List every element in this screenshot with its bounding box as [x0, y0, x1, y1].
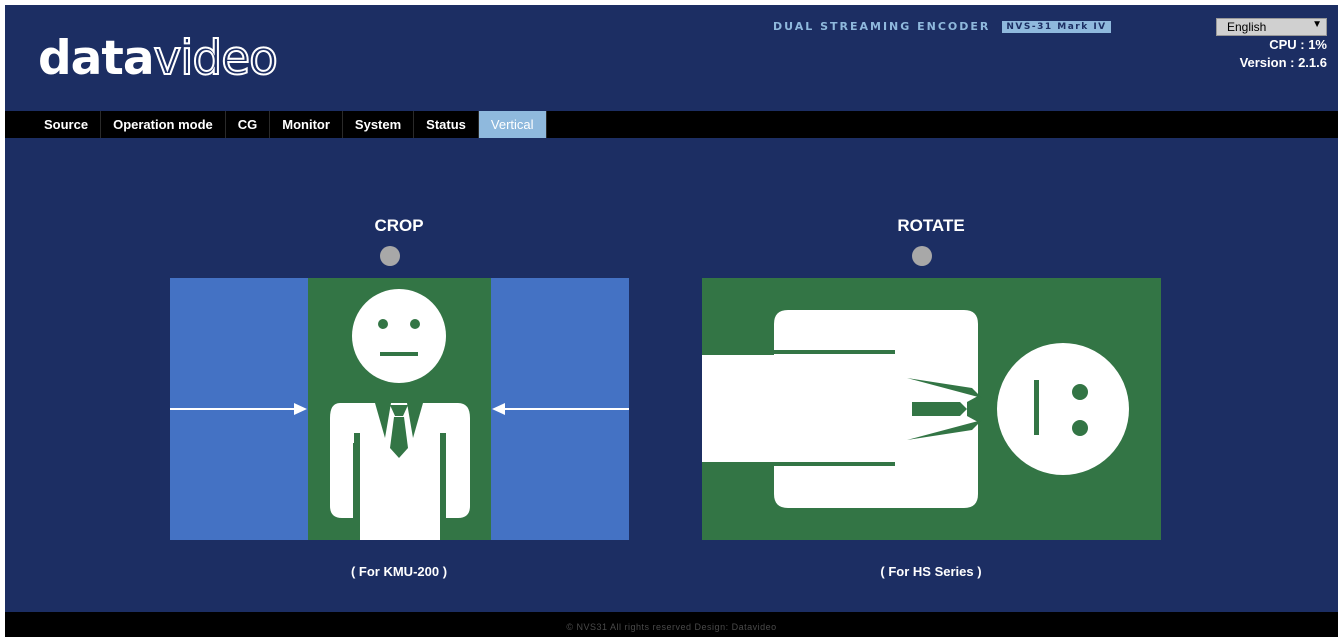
- tab-monitor[interactable]: Monitor: [270, 111, 343, 138]
- firmware-version: Version : 2.1.6: [1239, 55, 1327, 70]
- main-nav: Source Operation mode CG Monitor System …: [5, 111, 1338, 138]
- app-window: datavideo DUAL STREAMING ENCODER NVS-31 …: [5, 5, 1338, 637]
- language-value: English: [1227, 20, 1267, 34]
- datavideo-logo: datavideo: [38, 31, 279, 86]
- language-select[interactable]: English ▼: [1216, 18, 1327, 36]
- tab-operation-mode[interactable]: Operation mode: [101, 111, 226, 138]
- rotate-note: ( For HS Series ): [880, 564, 982, 579]
- product-model-badge: NVS-31 Mark IV: [1002, 20, 1111, 33]
- crop-note: ( For KMU-200 ): [350, 564, 448, 579]
- cpu-usage: CPU : 1%: [1269, 37, 1327, 52]
- tab-source[interactable]: Source: [32, 111, 102, 138]
- rotate-illustration[interactable]: [702, 278, 1161, 540]
- tab-cg[interactable]: CG: [226, 111, 271, 138]
- crop-illustration[interactable]: [170, 278, 629, 540]
- product-label: DUAL STREAMING ENCODER: [773, 20, 991, 33]
- chevron-down-icon: ▼: [1312, 19, 1322, 30]
- product-title: DUAL STREAMING ENCODER NVS-31 Mark IV: [773, 20, 1111, 33]
- tab-status[interactable]: Status: [414, 111, 479, 138]
- rotate-title: ROTATE: [897, 216, 965, 235]
- crop-title: CROP: [374, 216, 424, 235]
- crop-radio[interactable]: [380, 246, 400, 266]
- tab-system[interactable]: System: [343, 111, 415, 138]
- footer-copyright: © NVS31 All rights reserved Design: Data…: [5, 612, 1338, 637]
- rotate-radio[interactable]: [912, 246, 932, 266]
- tab-vertical[interactable]: Vertical: [478, 111, 547, 138]
